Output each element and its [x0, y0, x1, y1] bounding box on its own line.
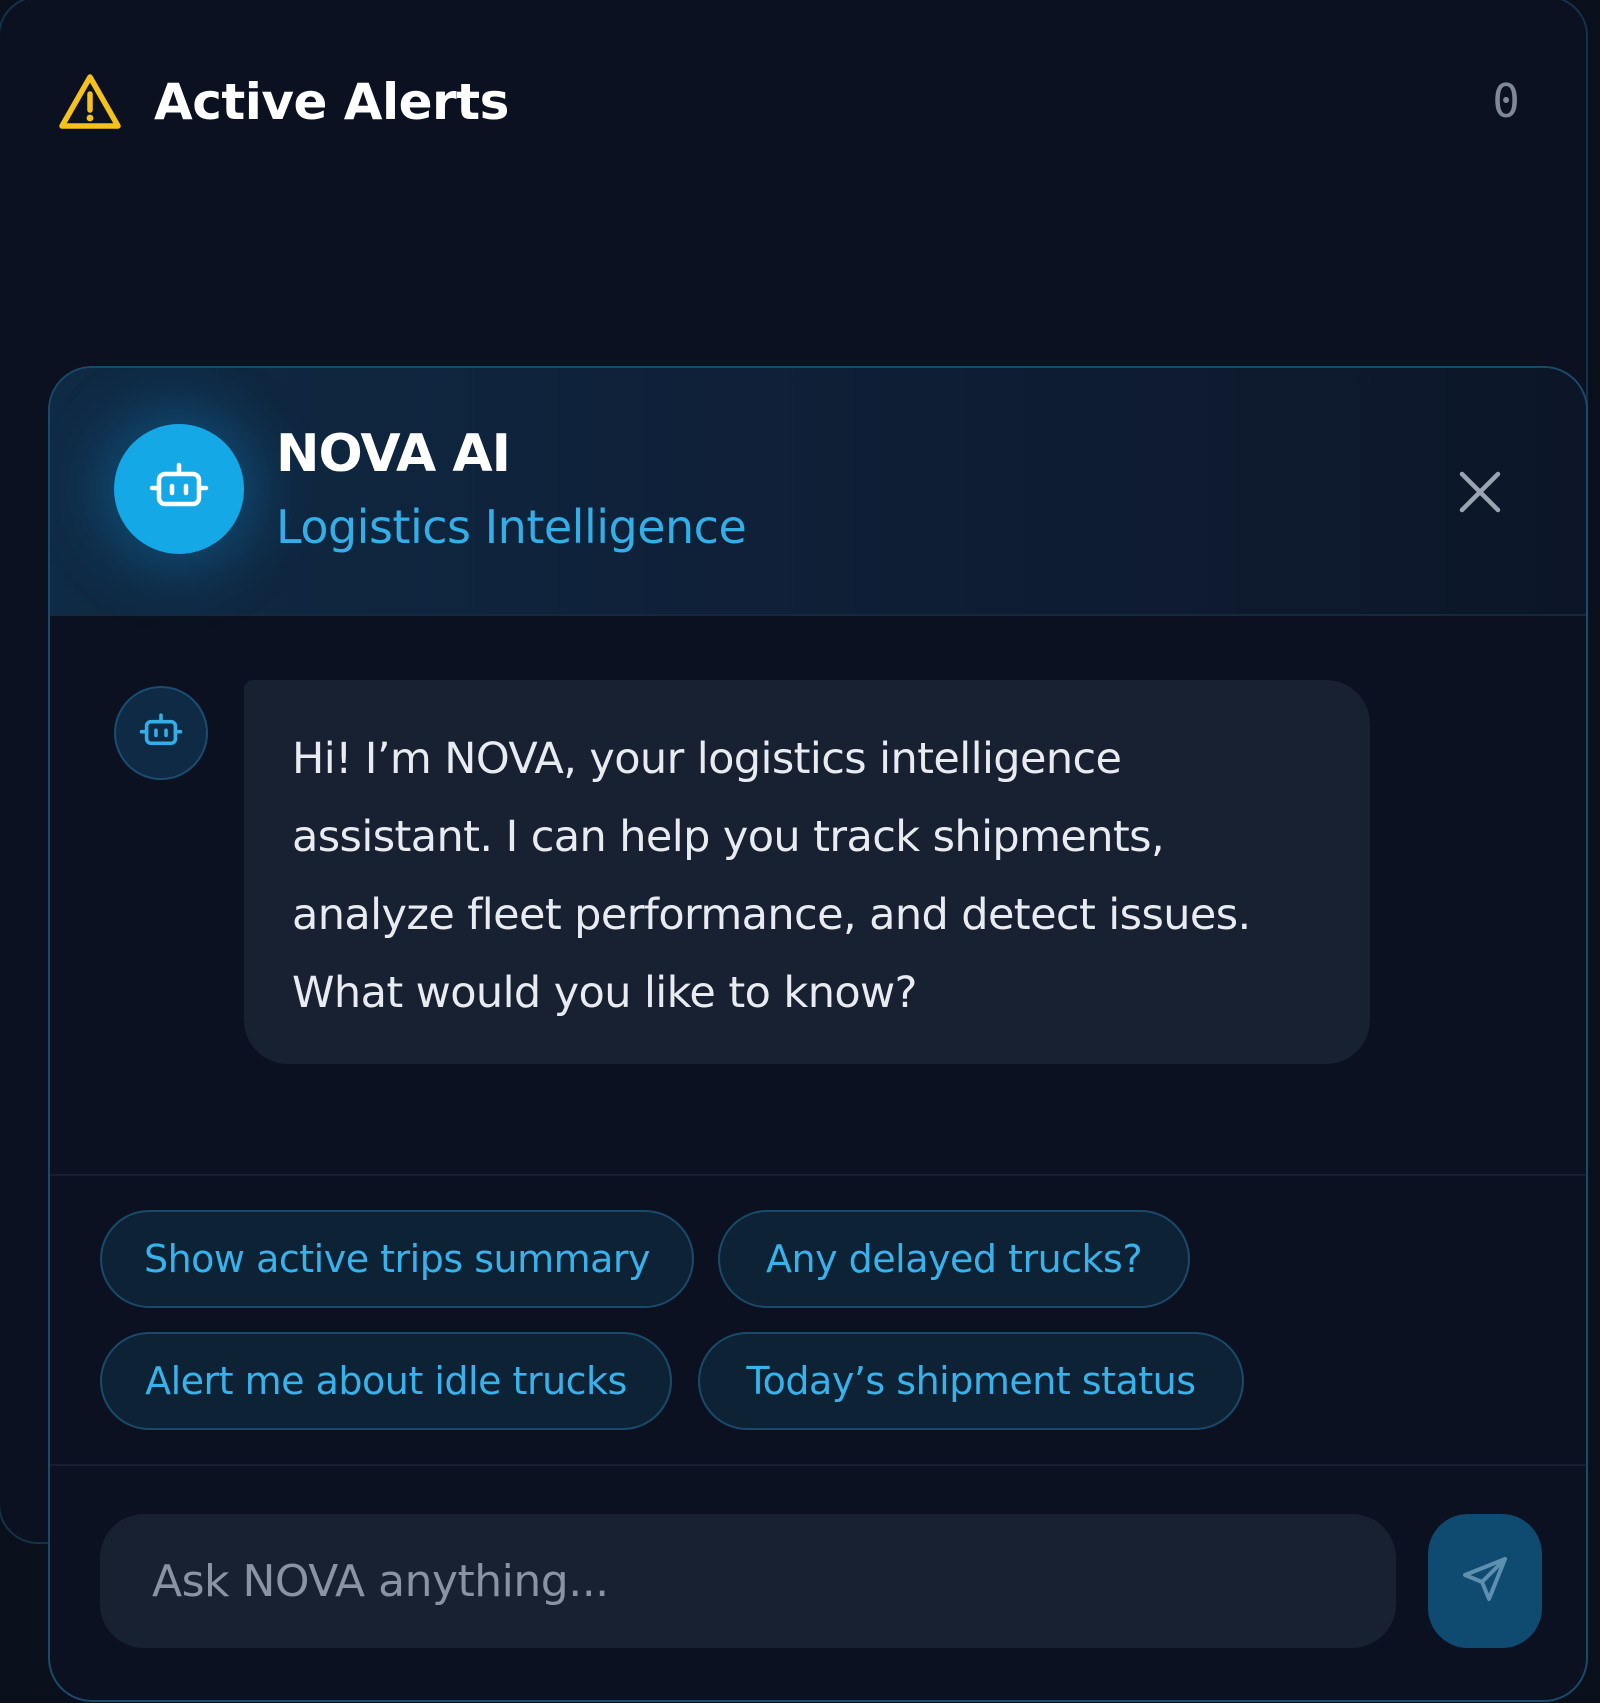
- chat-input[interactable]: [100, 1514, 1396, 1648]
- assistant-name: NOVA AI: [276, 424, 511, 484]
- chat-panel: NOVA AI Logistics Intelligence Hi! I’m N…: [48, 366, 1588, 1702]
- chat-header: NOVA AI Logistics Intelligence: [50, 368, 1586, 616]
- assistant-subtitle: Logistics Intelligence: [276, 500, 747, 554]
- suggestion-chip-idle-trucks[interactable]: Alert me about idle trucks: [100, 1332, 672, 1430]
- message-avatar: [114, 686, 208, 780]
- assistant-avatar: [114, 424, 244, 554]
- suggestion-chip-active-trips[interactable]: Show active trips summary: [100, 1210, 694, 1308]
- send-icon: [1459, 1553, 1511, 1609]
- alerts-count: 0: [1492, 74, 1520, 128]
- suggestion-chip-delayed-trucks[interactable]: Any delayed trucks?: [718, 1210, 1190, 1308]
- divider: [50, 1464, 1586, 1466]
- robot-icon: [149, 462, 209, 516]
- close-button[interactable]: [1454, 466, 1506, 518]
- warning-triangle-icon: [58, 72, 122, 132]
- divider: [50, 1174, 1586, 1176]
- alerts-header: Active Alerts: [58, 72, 509, 132]
- close-icon: [1454, 471, 1506, 522]
- alerts-title: Active Alerts: [154, 73, 509, 131]
- robot-icon: [139, 713, 183, 753]
- suggestion-chip-shipment-status[interactable]: Today’s shipment status: [698, 1332, 1244, 1430]
- send-button[interactable]: [1428, 1514, 1542, 1648]
- assistant-message: Hi! I’m NOVA, your logistics intelligenc…: [244, 680, 1370, 1064]
